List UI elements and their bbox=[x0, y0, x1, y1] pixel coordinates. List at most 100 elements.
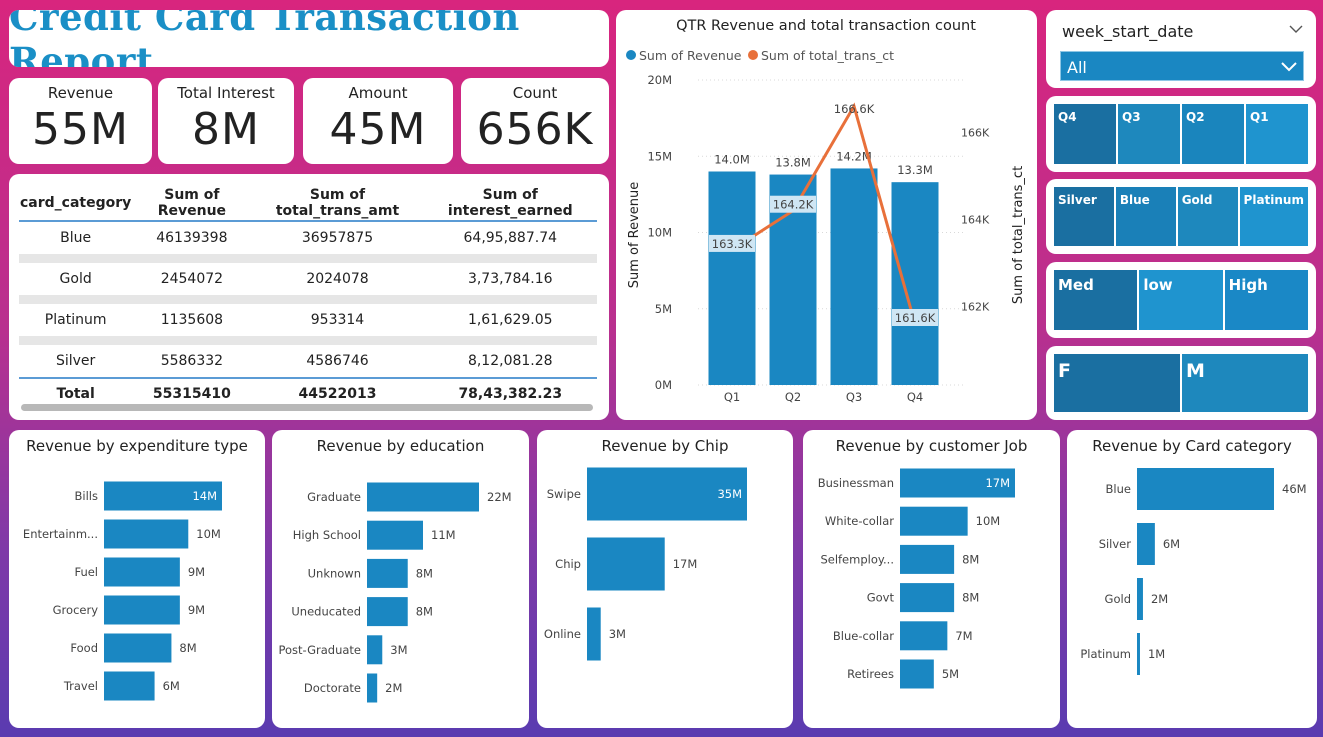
table-row[interactable]: Gold 2454072 2024078 3,73,784.16 bbox=[19, 263, 597, 295]
bar[interactable] bbox=[587, 607, 601, 661]
category-label: Bills bbox=[75, 489, 98, 503]
slicer-tile-low[interactable]: low bbox=[1139, 270, 1223, 330]
table-cell: Platinum bbox=[44, 312, 107, 328]
bar[interactable] bbox=[367, 558, 408, 588]
bar[interactable] bbox=[367, 635, 383, 665]
gender-slicer: F M bbox=[1046, 346, 1316, 420]
data-label: 3M bbox=[609, 627, 626, 641]
bar[interactable] bbox=[367, 597, 408, 627]
data-label: 8M bbox=[962, 591, 979, 605]
bar[interactable] bbox=[104, 633, 172, 663]
education-chart-card: Revenue by education Graduate 22M High Sch… bbox=[272, 430, 529, 728]
data-label: 3M bbox=[390, 643, 407, 657]
slicer-tile-high[interactable]: High bbox=[1224, 270, 1308, 330]
card-category-table: card_category Sum of Revenue Sum of tota… bbox=[19, 186, 597, 408]
column-header[interactable]: card_category bbox=[19, 186, 133, 222]
revenue-bar[interactable] bbox=[891, 182, 939, 385]
kpi-label: Amount bbox=[348, 84, 408, 102]
date-dropdown[interactable]: All bbox=[1060, 51, 1304, 81]
bar[interactable] bbox=[104, 595, 180, 625]
slicer-tile-f[interactable]: F bbox=[1054, 354, 1180, 412]
slicer-tile-q1[interactable]: Q1 bbox=[1246, 104, 1308, 164]
table-row[interactable]: Silver 5586332 4586746 8,12,081.28 bbox=[19, 345, 597, 378]
category-label: Uneducated bbox=[291, 605, 361, 619]
kpi-value: 656K bbox=[476, 104, 594, 155]
category-label: Blue bbox=[1106, 482, 1131, 496]
data-label: 10M bbox=[196, 527, 221, 541]
slicer-tile-q2[interactable]: Q2 bbox=[1182, 104, 1244, 164]
category-label: Travel bbox=[63, 679, 98, 693]
slicer-tile-q4[interactable]: Q4 bbox=[1054, 104, 1116, 164]
table-cell: Silver bbox=[55, 353, 96, 369]
table-row[interactable]: Platinum 1135608 953314 1,61,629.05 bbox=[19, 304, 597, 336]
table-cell: 46139398 bbox=[156, 230, 228, 246]
category-label: Gold bbox=[1105, 592, 1131, 606]
bar[interactable] bbox=[900, 621, 948, 651]
horizontal-scrollbar[interactable] bbox=[21, 404, 593, 411]
card-category-slicer: Silver Blue Gold Platinum bbox=[1046, 179, 1316, 254]
slicer-tile-gold[interactable]: Gold bbox=[1177, 187, 1238, 246]
category-label: White-collar bbox=[825, 514, 894, 528]
slicer-tile-q3[interactable]: Q3 bbox=[1118, 104, 1180, 164]
bar[interactable] bbox=[1137, 523, 1155, 565]
category-label: Doctorate bbox=[304, 681, 361, 695]
bar[interactable] bbox=[104, 557, 180, 587]
kpi-count-card: Count 656K bbox=[461, 78, 609, 164]
data-label: 8M bbox=[416, 566, 433, 580]
bar[interactable] bbox=[900, 506, 968, 536]
table-cell: 953314 bbox=[310, 312, 365, 328]
category-label: Online bbox=[544, 627, 581, 641]
slicer-tile-platinum[interactable]: Platinum bbox=[1239, 187, 1308, 246]
x-tick-label: Q4 bbox=[907, 390, 923, 404]
slicer-tile-med[interactable]: Med bbox=[1054, 270, 1138, 330]
category-label: Unknown bbox=[308, 566, 361, 580]
revenue-bar[interactable] bbox=[708, 171, 756, 386]
table-cell: 2454072 bbox=[160, 271, 224, 287]
qtr-combo-chart-card: QTR Revenue and total transaction count S… bbox=[616, 10, 1037, 420]
category-label: Silver bbox=[1099, 537, 1132, 551]
bar[interactable] bbox=[1137, 578, 1143, 620]
trans-count-line[interactable] bbox=[731, 102, 917, 325]
data-label: 7M bbox=[955, 629, 972, 643]
y-axis-title: Sum of Revenue bbox=[627, 182, 642, 289]
bar[interactable] bbox=[900, 659, 934, 689]
table-row[interactable]: Blue 46139398 36957875 64,95,887.74 bbox=[19, 221, 597, 254]
slicer-tile-blue[interactable]: Blue bbox=[1115, 187, 1176, 246]
column-header[interactable]: Sum of Revenue bbox=[132, 186, 252, 222]
chip-bar-chart: Swipe 35M Chip 17M Online 3M bbox=[544, 467, 747, 661]
data-label: 2M bbox=[385, 681, 402, 695]
data-label: 5M bbox=[942, 667, 959, 681]
table-cell: 36957875 bbox=[301, 230, 374, 246]
bar[interactable] bbox=[367, 482, 479, 512]
bar[interactable] bbox=[367, 673, 378, 703]
bar-data-label: 13.8M bbox=[775, 156, 811, 170]
card-category-table-card: card_category Sum of Revenue Sum of tota… bbox=[9, 174, 609, 420]
bar[interactable] bbox=[900, 544, 955, 574]
bar[interactable] bbox=[1137, 468, 1274, 510]
data-label: 8M bbox=[179, 641, 196, 655]
bar[interactable] bbox=[1137, 633, 1140, 675]
category-label: Graduate bbox=[307, 490, 361, 504]
dropdown-value: All bbox=[1067, 58, 1087, 77]
bar[interactable] bbox=[104, 671, 155, 701]
table-cell: Gold bbox=[59, 271, 92, 287]
customer-job-bar-chart: Businessman 17M White-collar 10M Selfemploy.… bbox=[818, 468, 1015, 689]
slicer-tile-m[interactable]: M bbox=[1182, 354, 1308, 412]
bar[interactable] bbox=[900, 583, 955, 613]
data-label: 1M bbox=[1148, 647, 1165, 661]
slicer-tile-silver[interactable]: Silver bbox=[1054, 187, 1114, 246]
bar-data-label: 13.3M bbox=[897, 163, 933, 177]
line-data-label: 161.6K bbox=[895, 311, 936, 325]
chevron-down-icon[interactable] bbox=[1289, 24, 1303, 34]
row-separator bbox=[19, 336, 597, 345]
bar[interactable] bbox=[104, 519, 189, 549]
revenue-bar[interactable] bbox=[830, 168, 878, 385]
data-label: 6M bbox=[163, 679, 180, 693]
bar[interactable] bbox=[587, 537, 665, 591]
table-cell: 3,73,784.16 bbox=[467, 271, 553, 287]
column-header[interactable]: Sum of total_trans_amt bbox=[251, 186, 424, 222]
y2-axis-title: Sum of total_trans_ct bbox=[1011, 166, 1026, 304]
bar[interactable] bbox=[367, 520, 423, 550]
column-header[interactable]: Sum of interest_earned bbox=[423, 186, 597, 222]
data-label: 22M bbox=[487, 490, 512, 504]
